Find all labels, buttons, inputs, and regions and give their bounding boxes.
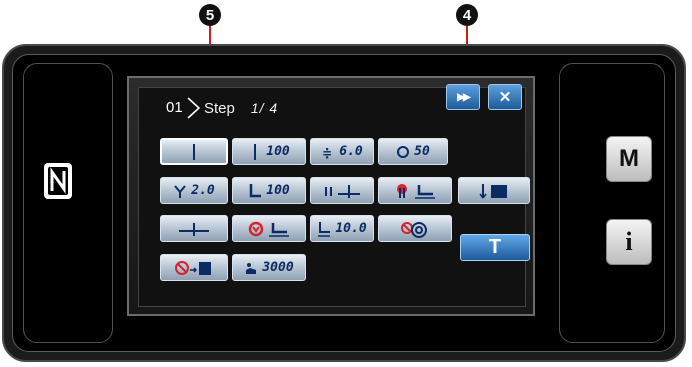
thread-wiper-button[interactable]: [378, 215, 452, 242]
step-label: Step: [204, 99, 235, 117]
stitch-line-icon: [177, 220, 211, 238]
max-speed-value: 3000: [262, 260, 294, 275]
needle-position-icon: [322, 182, 362, 200]
callout-4: 4: [456, 4, 478, 26]
fast-forward-button[interactable]: ▶▶: [446, 84, 480, 110]
presser-foot-button[interactable]: 100: [232, 177, 306, 204]
presser-lift-icon: [317, 220, 331, 238]
fabric-button[interactable]: [458, 177, 530, 204]
sensor-icon: [174, 259, 214, 277]
thread-wiper-icon: [397, 220, 433, 238]
teach-button-label: T: [488, 236, 502, 258]
callout-4-number: 4: [462, 6, 472, 24]
thread-trim-icon: [247, 220, 291, 238]
feed-value: 2.0: [191, 183, 215, 198]
step-number-icon: 01: [166, 96, 200, 120]
pressure-dial-icon: [396, 143, 410, 161]
close-icon: ✕: [498, 89, 512, 106]
fast-forward-icon: ▶▶: [457, 91, 470, 103]
presser-foot-value: 100: [266, 183, 290, 198]
m-button-label: M: [619, 145, 639, 172]
teach-button[interactable]: T: [460, 234, 530, 261]
sensor-button[interactable]: [160, 254, 228, 281]
callout-5: 5: [199, 4, 221, 26]
thread-tension-button[interactable]: ≑ 6.0: [310, 138, 374, 165]
step-header: 01 Step 1/ 4: [166, 96, 278, 120]
needle-position-button[interactable]: [310, 177, 374, 204]
svg-text:≑: ≑: [322, 146, 332, 160]
presser-lift-button[interactable]: 10.0: [310, 215, 374, 242]
needle-stop-presser-button[interactable]: [378, 177, 452, 204]
close-button[interactable]: ✕: [488, 84, 522, 110]
needle-icon: [248, 143, 262, 161]
callout-5-number: 5: [205, 6, 215, 24]
presser-lift-value: 10.0: [335, 221, 367, 236]
presser-foot-icon: [248, 182, 262, 200]
needle-icon: [187, 143, 201, 161]
hardware-button-panel: [559, 63, 665, 343]
max-speed-button[interactable]: 3000: [232, 254, 306, 281]
thread-tension-value: 6.0: [339, 144, 363, 159]
presser-pressure-value: 50: [414, 144, 430, 159]
needle-stop-icon: [393, 182, 437, 200]
feed-button[interactable]: 2.0: [160, 177, 228, 204]
stitch-line-button[interactable]: [160, 215, 228, 242]
nfc-panel: [23, 63, 113, 343]
step-number: 01: [166, 99, 183, 116]
fabric-edge-icon: [477, 182, 511, 200]
tension-icon: ≑: [321, 143, 335, 161]
presser-pressure-button[interactable]: 50: [378, 138, 448, 165]
info-button-label: i: [625, 227, 633, 256]
speed-icon: [244, 259, 258, 277]
m-button[interactable]: M: [606, 136, 652, 182]
info-button[interactable]: i: [606, 219, 652, 265]
thread-trim-presser-button[interactable]: [232, 215, 306, 242]
feed-dog-icon: [173, 182, 187, 200]
stitch-length-value: 100: [266, 144, 290, 159]
nfc-icon: [44, 163, 72, 199]
thread-button[interactable]: [160, 138, 228, 165]
stitch-length-button[interactable]: 100: [232, 138, 306, 165]
step-count: 1/ 4: [250, 100, 279, 116]
